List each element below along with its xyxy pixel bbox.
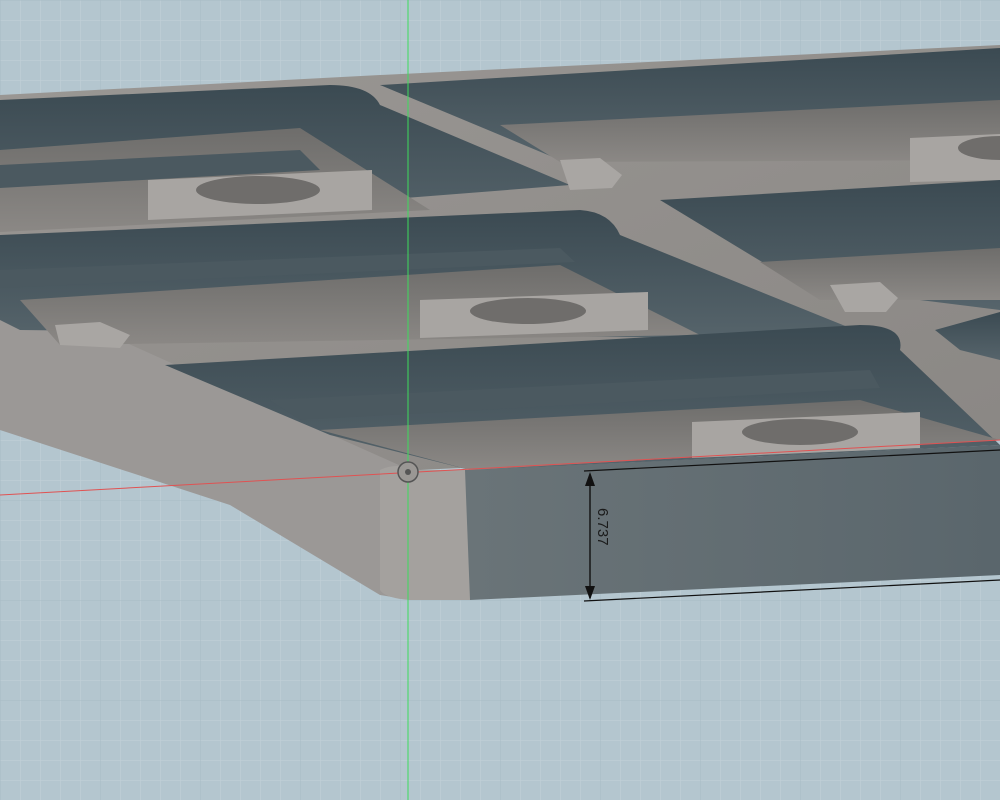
origin-point-icon[interactable] xyxy=(397,461,419,483)
plate-corner-fillet xyxy=(380,466,470,600)
plate-front-side-face xyxy=(465,445,1000,600)
hole-top-left xyxy=(196,176,320,204)
hole-middle xyxy=(470,298,586,324)
dimension-value[interactable]: 6.737 xyxy=(594,508,611,546)
hole-front xyxy=(742,419,858,445)
3d-scene[interactable]: 6.737 xyxy=(0,0,1000,800)
3d-viewport[interactable]: 6.737 xyxy=(0,0,1000,800)
